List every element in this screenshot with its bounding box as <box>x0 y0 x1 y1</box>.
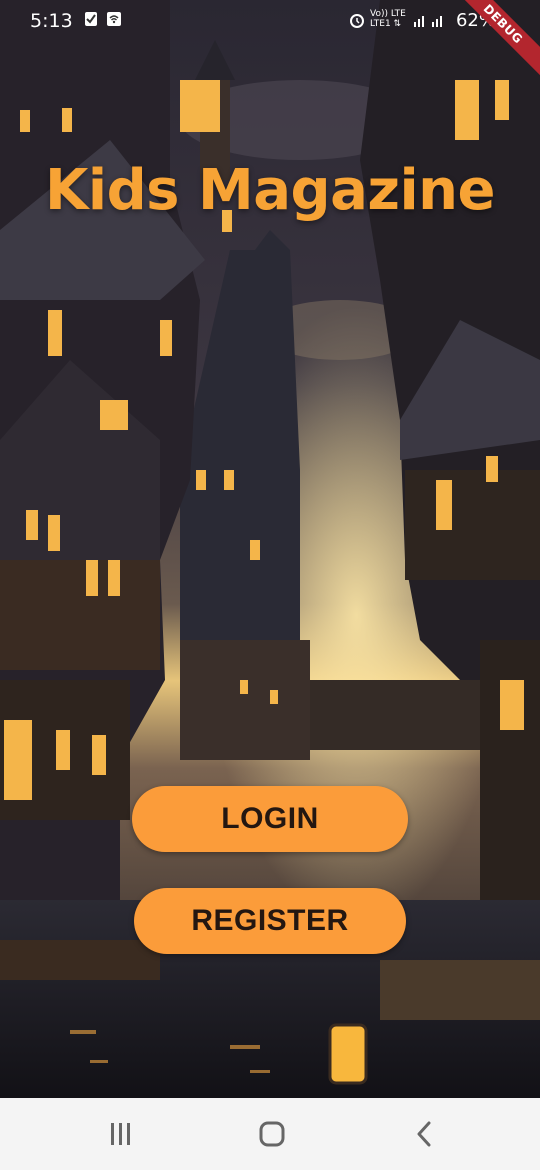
checkbox-notification-icon <box>84 11 98 32</box>
wifi-notification-icon <box>106 11 122 32</box>
login-screen: 5:13 Vo)) LTE LTE1 ⇅ 62% DEBUG Kids Maga… <box>0 0 540 1098</box>
network-type-label: Vo)) LTE LTE1 ⇅ <box>370 9 406 29</box>
status-time: 5:13 <box>30 10 73 32</box>
recent-apps-icon[interactable] <box>99 1116 143 1152</box>
register-button[interactable]: REGISTER <box>134 888 406 954</box>
back-icon[interactable] <box>402 1116 446 1152</box>
alarm-icon <box>348 11 366 34</box>
home-icon[interactable] <box>250 1116 294 1152</box>
signal-strength-icon <box>412 12 448 33</box>
page-title: Kids Magazine <box>44 158 496 223</box>
login-button[interactable]: LOGIN <box>132 786 408 852</box>
system-navigation-bar <box>0 1098 540 1170</box>
status-bar: 5:13 Vo)) LTE LTE1 ⇅ 62% DEBUG <box>0 0 540 85</box>
